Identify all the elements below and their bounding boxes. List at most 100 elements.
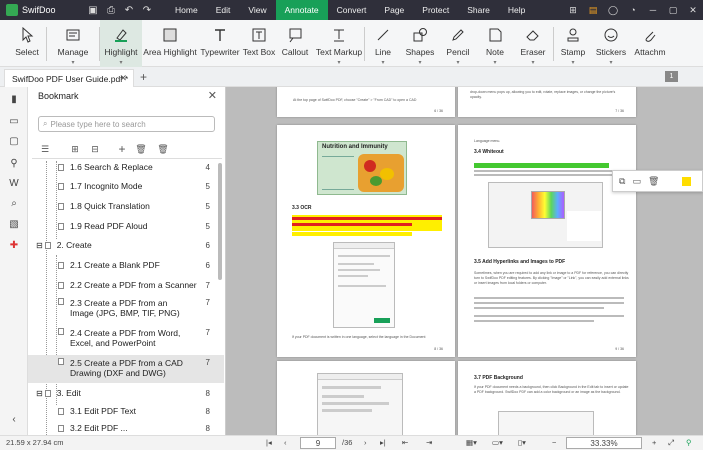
- green-highlight: [474, 163, 609, 168]
- thumbnail-icon[interactable]: ▭: [8, 115, 20, 127]
- bookmark-item[interactable]: 1.9 Read PDF Aloud 5: [28, 216, 224, 236]
- menu-annotate[interactable]: Annotate: [275, 0, 328, 20]
- bookmark-node-icon: [58, 328, 64, 335]
- redo-icon[interactable]: ↷: [138, 0, 156, 20]
- paperclip-icon: [640, 26, 660, 44]
- first-page-icon[interactable]: |◂: [266, 438, 272, 447]
- collapse-all-icon[interactable]: ⊟: [88, 143, 102, 155]
- close-window-icon[interactable]: ✕: [683, 0, 703, 20]
- menu-share[interactable]: Share: [458, 0, 499, 20]
- next-page-icon[interactable]: ›: [364, 438, 367, 447]
- fit-page-icon[interactable]: ⤢: [668, 438, 674, 448]
- print-icon[interactable]: ⎙: [102, 0, 120, 20]
- note-button[interactable]: Note ▾: [477, 20, 513, 67]
- bookmark-item-selected[interactable]: 2.5 Create a PDF from a CAD Drawing (DXF…: [28, 355, 224, 383]
- select-tool-button[interactable]: Select: [8, 20, 46, 67]
- pencil-button[interactable]: Pencil ▾: [439, 20, 477, 67]
- zoom-out-icon[interactable]: −: [552, 438, 556, 447]
- bookmark-item[interactable]: 2.3 Create a PDF from an Image (JPG, BMP…: [28, 295, 224, 323]
- line-button[interactable]: Line ▾: [365, 20, 401, 67]
- app-logo[interactable]: SwifDoo: [0, 0, 84, 20]
- next-view-icon[interactable]: ⇥: [426, 438, 432, 447]
- close-tab-icon[interactable]: ✕: [119, 73, 127, 84]
- manage-button[interactable]: Manage ▾: [47, 20, 99, 67]
- minimize-icon[interactable]: ─: [643, 0, 663, 20]
- last-page-icon[interactable]: ▸|: [380, 438, 386, 447]
- panel-scrollbar[interactable]: [218, 163, 222, 280]
- menu-convert[interactable]: Convert: [328, 0, 376, 20]
- bookmark-item[interactable]: 1.8 Quick Translation 5: [28, 196, 224, 216]
- trash-icon[interactable]: 🗑: [648, 176, 659, 187]
- menu-icon[interactable]: ☰: [38, 143, 52, 155]
- document-tab[interactable]: SwifDoo PDF User Guide.pdf * ✕: [4, 69, 134, 87]
- delete-icon[interactable]: 🗑: [134, 143, 148, 155]
- area-highlight-button[interactable]: Area Highlight: [142, 20, 198, 67]
- bookmark-item[interactable]: 2.1 Create a Blank PDF 6: [28, 255, 224, 275]
- close-panel-icon[interactable]: ✕: [208, 89, 217, 102]
- collapse-toggle-icon[interactable]: ⊟: [36, 389, 43, 398]
- bookmark-page: 4: [205, 162, 210, 172]
- color-swatch[interactable]: [682, 176, 692, 186]
- prev-view-icon[interactable]: ⇤: [402, 438, 408, 447]
- search-panel-icon[interactable]: ⌕: [8, 197, 20, 209]
- attachment-panel-icon[interactable]: ⚲: [8, 157, 20, 169]
- text-box-button[interactable]: Text Box: [242, 20, 276, 67]
- bookmark-page: 7: [205, 358, 210, 367]
- callout-button[interactable]: Callout: [276, 20, 314, 67]
- menu-home[interactable]: Home: [166, 0, 207, 20]
- attachment-button[interactable]: Attachm: [630, 20, 670, 67]
- word-icon[interactable]: W: [8, 177, 20, 189]
- menu-protect[interactable]: Protect: [413, 0, 458, 20]
- shapes-button[interactable]: Shapes ▾: [401, 20, 439, 67]
- maximize-icon[interactable]: ▢: [663, 0, 683, 20]
- save-icon[interactable]: ▣: [84, 0, 102, 20]
- menu-edit[interactable]: Edit: [207, 0, 240, 20]
- bookmark-item[interactable]: 3.2 Edit PDF ... 8: [28, 421, 224, 435]
- bookmark-item[interactable]: 2.2 Create a PDF from a Scanner 7: [28, 275, 224, 295]
- menu-page[interactable]: Page: [375, 0, 413, 20]
- single-page-icon[interactable]: ▯▾: [518, 438, 526, 447]
- bookmark-icon[interactable]: ▮: [8, 93, 20, 105]
- eraser-button[interactable]: Eraser ▾: [513, 20, 553, 67]
- collapse-panel-icon[interactable]: ‹: [8, 413, 20, 425]
- add-bookmark-icon[interactable]: +: [115, 142, 129, 156]
- undo-icon[interactable]: ↶: [120, 0, 138, 20]
- stickers-button[interactable]: Stickers ▾: [592, 20, 630, 67]
- apps-grid-icon[interactable]: ⊞: [563, 0, 583, 20]
- collapse-toggle-icon[interactable]: ⊟: [36, 241, 43, 250]
- stamp-button[interactable]: Stamp ▾: [554, 20, 592, 67]
- bell-icon[interactable]: ◔: [623, 0, 643, 20]
- menu-help[interactable]: Help: [499, 0, 534, 20]
- highlight-button[interactable]: Highlight ▾: [100, 20, 142, 67]
- comment-icon[interactable]: ▭: [632, 176, 641, 187]
- new-tab-icon[interactable]: +: [140, 70, 147, 84]
- image-icon[interactable]: ▧: [8, 218, 20, 230]
- bookmark-search-input[interactable]: ⌕ Please type here to search: [38, 116, 215, 132]
- expand-all-icon[interactable]: ⊞: [68, 143, 82, 155]
- bookmark-item[interactable]: 1.6 Search & Replace 4: [28, 157, 224, 177]
- bookmark-item[interactable]: 1.7 Incognito Mode 5: [28, 176, 224, 196]
- zoom-in-icon[interactable]: +: [652, 438, 656, 447]
- text-markup-button[interactable]: Text Markup ▾: [314, 20, 364, 67]
- bookmark-item-create[interactable]: ⊟ 2. Create 6: [28, 235, 224, 255]
- gift-icon[interactable]: ✚: [8, 239, 20, 251]
- page-layout-icon[interactable]: ▦▾: [466, 438, 477, 447]
- pin-icon[interactable]: ⚲: [686, 438, 692, 447]
- copy-icon[interactable]: ⧉: [619, 176, 625, 187]
- delete-all-icon[interactable]: 🗑: [156, 143, 170, 155]
- cart-icon[interactable]: ▤: [583, 0, 603, 20]
- page-number-input[interactable]: 9: [300, 437, 336, 449]
- comment-icon[interactable]: ▢: [8, 135, 20, 147]
- account-icon[interactable]: ◯: [603, 0, 623, 20]
- bookmark-item-edit[interactable]: ⊟ 3. Edit 8: [28, 383, 224, 403]
- bookmark-node-icon: [58, 281, 64, 289]
- bookmark-item[interactable]: 2.4 Create a PDF from Word, Excel, and P…: [28, 325, 224, 353]
- typewriter-button[interactable]: Typewriter: [198, 20, 242, 67]
- document-viewer[interactable]: At the top page of SwifDoo PDF, choose "…: [226, 87, 703, 435]
- prev-page-icon[interactable]: ‹: [284, 438, 287, 447]
- fruit-photo: [358, 154, 404, 192]
- bookmark-item[interactable]: 3.1 Edit PDF Text 8: [28, 401, 224, 421]
- zoom-input[interactable]: 33.33%: [566, 437, 642, 449]
- fit-width-icon[interactable]: ▭▾: [492, 438, 503, 447]
- menu-view[interactable]: View: [239, 0, 275, 20]
